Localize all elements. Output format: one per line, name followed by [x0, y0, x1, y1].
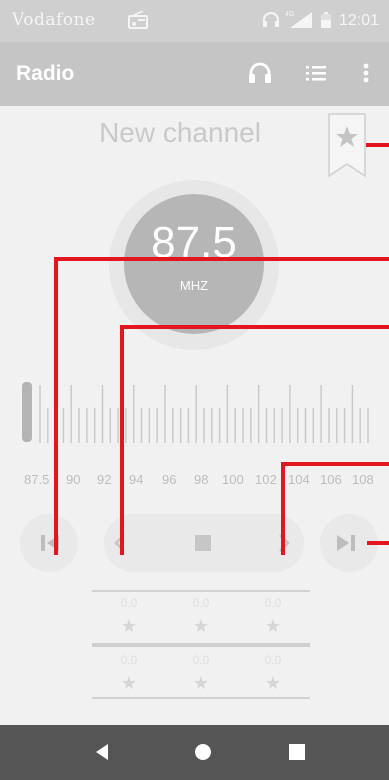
- status-bar: Vodafone 4G 12:01: [0, 0, 389, 42]
- tick-label: 104: [288, 472, 310, 487]
- favorite-frequency: 0.0: [192, 653, 210, 667]
- divider: [92, 643, 310, 647]
- star-icon: ★: [264, 673, 282, 693]
- tick-label: 90: [66, 472, 81, 487]
- tick-label: 102: [255, 472, 277, 487]
- battery-icon: [321, 12, 331, 33]
- tuner-labels: 87.5 90 92 94 96 98 100 102 104 106 108: [0, 472, 389, 492]
- favorite-slot[interactable]: 0.0 ★: [170, 596, 232, 637]
- favorite-slot[interactable]: 0.0 ★: [98, 653, 160, 694]
- star-icon: ★: [120, 616, 138, 636]
- tick-label: 96: [162, 472, 177, 487]
- favorite-frequency: 0.0: [120, 596, 138, 610]
- callout-line: [281, 462, 389, 466]
- favorite-slot[interactable]: 0.0 ★: [242, 653, 304, 694]
- headphones-icon[interactable]: [246, 59, 274, 87]
- star-icon: ★: [192, 616, 210, 636]
- favorite-frequency: 0.0: [120, 653, 138, 667]
- favorite-slot[interactable]: 0.0 ★: [98, 596, 160, 637]
- favorite-frequency: 0.0: [264, 596, 282, 610]
- bookmark-star-icon[interactable]: [325, 112, 369, 180]
- channel-name[interactable]: New channel: [60, 117, 300, 149]
- tick-label: 94: [129, 472, 144, 487]
- back-icon[interactable]: [92, 742, 112, 767]
- home-icon[interactable]: [193, 742, 213, 767]
- divider: [92, 697, 310, 699]
- star-icon: ★: [264, 616, 282, 636]
- headset-icon: [262, 11, 280, 33]
- app-title: Radio: [16, 62, 75, 85]
- navigation-bar: [0, 725, 389, 780]
- tuner-handle[interactable]: [22, 382, 32, 442]
- recents-icon[interactable]: [289, 744, 305, 765]
- callout-line: [120, 325, 124, 555]
- tick-label: 87.5: [24, 472, 50, 487]
- frequency-unit: MHZ: [179, 278, 209, 293]
- callout-line: [366, 143, 389, 147]
- favorite-frequency: 0.0: [264, 653, 282, 667]
- callout-line: [281, 462, 285, 555]
- favorites-panel: 0.0 ★ 0.0 ★ 0.0 ★ 0.0 ★ 0.0 ★ 0.0 ★: [92, 590, 310, 720]
- more-vert-icon[interactable]: [356, 59, 376, 87]
- radio-icon: [128, 10, 148, 34]
- tick-label: 108: [352, 472, 374, 487]
- tick-label: 92: [97, 472, 112, 487]
- clock: 12:01: [339, 12, 380, 29]
- signal-icon: [290, 12, 312, 33]
- callout-line: [120, 325, 389, 329]
- stop-icon[interactable]: [192, 532, 214, 554]
- carrier-name: Vodafone: [12, 10, 96, 30]
- star-icon: ★: [192, 673, 210, 693]
- callout-line: [54, 257, 389, 261]
- favorite-slot[interactable]: 0.0 ★: [242, 596, 304, 637]
- tuner-scale[interactable]: [0, 365, 389, 455]
- star-icon: ★: [120, 673, 138, 693]
- favorite-frequency: 0.0: [192, 596, 210, 610]
- favorite-slot[interactable]: 0.0 ★: [170, 653, 232, 694]
- divider: [92, 590, 310, 592]
- skip-previous-icon[interactable]: [36, 530, 62, 556]
- callout-line: [367, 541, 389, 545]
- callout-line: [54, 257, 58, 555]
- playlist-icon[interactable]: [303, 60, 329, 86]
- skip-next-icon[interactable]: [334, 530, 360, 556]
- tick-label: 106: [320, 472, 342, 487]
- tick-label: 98: [194, 472, 209, 487]
- app-bar: Radio: [0, 42, 389, 106]
- tick-label: 100: [222, 472, 244, 487]
